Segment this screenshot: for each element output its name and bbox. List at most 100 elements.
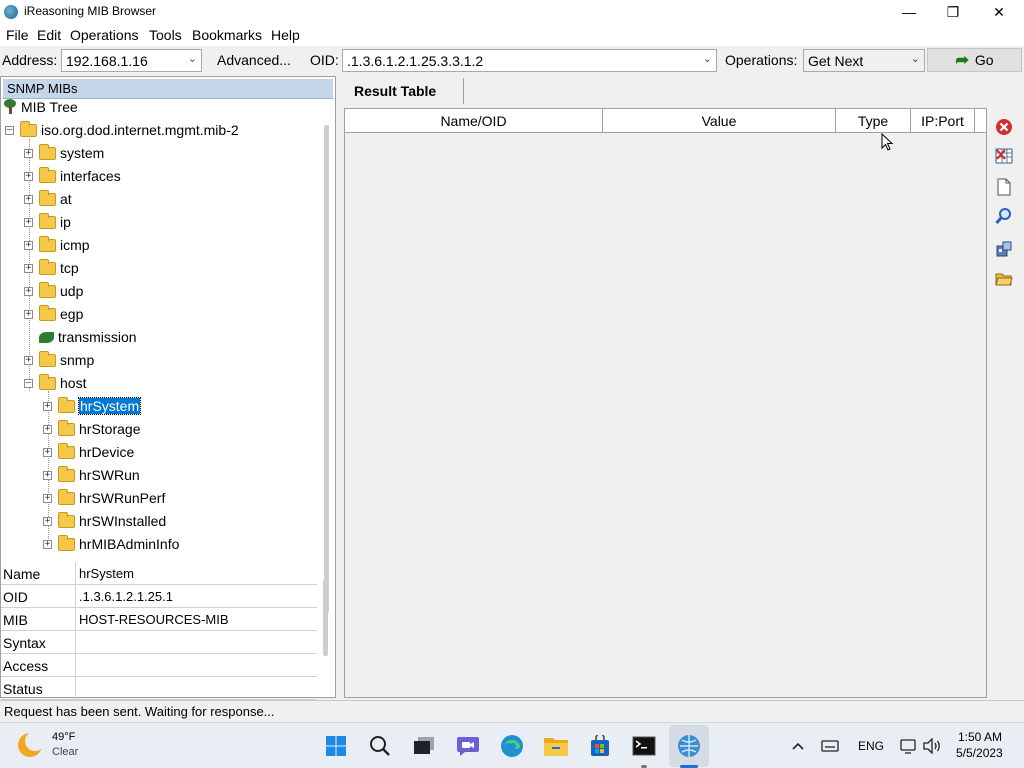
address-combobox[interactable]: 192.168.1.16 ⌄ (61, 49, 202, 72)
tree-item-label: snmp (60, 352, 95, 368)
expand-icon[interactable]: + (24, 240, 33, 250)
expand-icon[interactable]: + (24, 355, 33, 365)
delete-icon[interactable] (994, 117, 1014, 137)
terminal-icon[interactable] (630, 732, 658, 760)
file-explorer-icon[interactable] (542, 732, 570, 760)
tree-item-ip[interactable]: + ip (24, 212, 71, 232)
tree-item-system[interactable]: + system (24, 143, 104, 163)
expand-icon[interactable]: + (43, 470, 52, 480)
expand-icon[interactable]: + (43, 539, 52, 549)
weather-desc[interactable]: Clear (52, 746, 78, 758)
start-icon[interactable] (322, 732, 350, 760)
clock-date[interactable]: 5/5/2023 (956, 746, 1003, 760)
mib-browser-icon[interactable] (675, 732, 703, 760)
tab-result-table[interactable]: Result Table (344, 78, 464, 104)
tree-item-icmp[interactable]: + icmp (24, 235, 90, 255)
column-type[interactable]: Type (836, 109, 911, 133)
advanced-button[interactable]: Advanced... (217, 52, 291, 68)
chevron-up-icon[interactable] (786, 732, 810, 760)
leaf-icon (39, 331, 54, 343)
app-globe-icon (4, 5, 18, 19)
tree-scrollbar[interactable] (324, 125, 329, 613)
weather-moon-icon[interactable] (18, 731, 45, 757)
tree-item-egp[interactable]: + egp (24, 304, 83, 324)
tree-item-hrswrunperf[interactable]: + hrSWRunPerf (43, 488, 165, 508)
tree-item-label: hrSWRun (79, 467, 140, 483)
weather-temp[interactable]: 49°F (52, 731, 75, 743)
column-name-oid[interactable]: Name/OID (345, 109, 603, 133)
chevron-down-icon[interactable]: ⌄ (188, 52, 197, 65)
language-indicator[interactable]: ENG (858, 739, 884, 753)
tree-item-label: hrSWRunPerf (79, 490, 166, 506)
expand-icon[interactable]: + (24, 148, 33, 158)
tree-item-hrsystem[interactable]: + hrSystem (43, 396, 142, 416)
search-icon[interactable] (366, 732, 394, 760)
result-table-header: Name/OID Value Type IP:Port (345, 109, 986, 133)
tree-item-transmission[interactable]: transmission (39, 327, 137, 347)
folder-icon (39, 350, 56, 367)
expand-icon[interactable]: + (24, 171, 33, 181)
tree-item-at[interactable]: + at (24, 189, 72, 209)
chevron-down-icon[interactable]: ⌄ (703, 52, 712, 65)
menu-edit[interactable]: Edit (37, 27, 61, 43)
clock-time[interactable]: 1:50 AM (958, 730, 1002, 744)
expand-icon[interactable]: + (24, 217, 33, 227)
tree-item-tcp[interactable]: + tcp (24, 258, 79, 278)
expand-icon[interactable]: + (43, 493, 52, 503)
minimize-button[interactable]: — (886, 0, 932, 24)
collapse-icon[interactable]: – (5, 125, 14, 135)
menu-file[interactable]: File (6, 27, 29, 43)
result-side-toolbar (988, 108, 1022, 698)
menu-tools[interactable]: Tools (149, 27, 182, 43)
menu-help[interactable]: Help (271, 27, 300, 43)
store-icon[interactable] (586, 732, 614, 760)
network-icon[interactable] (896, 732, 920, 760)
maximize-button[interactable]: ❐ (930, 0, 976, 24)
column-value[interactable]: Value (603, 109, 836, 133)
go-button[interactable]: ➦ Go (927, 48, 1022, 72)
column-ip-port[interactable]: IP:Port (911, 109, 975, 133)
tree-item-interfaces[interactable]: + interfaces (24, 166, 121, 186)
table-delete-icon[interactable] (994, 146, 1014, 166)
tree-item-host[interactable]: – host (24, 373, 86, 393)
property-row-access: Access (1, 654, 317, 677)
oid-combobox[interactable]: .1.3.6.1.2.1.25.3.3.1.2 ⌄ (342, 49, 717, 72)
properties-scrollbar[interactable] (323, 580, 328, 656)
expand-icon[interactable]: + (24, 286, 33, 296)
expand-icon[interactable]: + (24, 263, 33, 273)
expand-icon[interactable]: + (43, 447, 52, 457)
tree-item-hrstorage[interactable]: + hrStorage (43, 419, 140, 439)
open-folder-icon[interactable] (994, 269, 1014, 289)
tree-root[interactable]: MIB Tree (3, 97, 78, 117)
tree-item-snmp[interactable]: + snmp (24, 350, 94, 370)
volume-icon[interactable] (920, 732, 944, 760)
document-icon[interactable] (994, 177, 1014, 197)
folder-icon (39, 189, 56, 206)
keyboard-icon[interactable] (818, 732, 842, 760)
expand-icon[interactable]: + (24, 309, 33, 319)
chat-icon[interactable] (454, 732, 482, 760)
operations-select[interactable]: Get Next ⌄ (803, 49, 925, 72)
menu-bookmarks[interactable]: Bookmarks (192, 27, 262, 43)
menu-operations[interactable]: Operations (70, 27, 138, 43)
chevron-down-icon[interactable]: ⌄ (911, 52, 920, 65)
expand-icon[interactable]: + (43, 516, 52, 526)
tree-item-hrdevice[interactable]: + hrDevice (43, 442, 134, 462)
tree-item-hrswinstalled[interactable]: + hrSWInstalled (43, 511, 166, 531)
find-icon[interactable] (994, 206, 1014, 226)
tree-item-hrswrun[interactable]: + hrSWRun (43, 465, 140, 485)
expand-icon[interactable]: + (43, 424, 52, 434)
expand-icon[interactable]: + (24, 194, 33, 204)
tree-item-mib2[interactable]: – iso.org.dod.internet.mgmt.mib-2 (5, 120, 239, 140)
collapse-icon[interactable]: – (24, 378, 33, 388)
tree-item-hrmibadmininfo[interactable]: + hrMIBAdminInfo (43, 534, 179, 554)
edge-icon[interactable] (498, 732, 526, 760)
export-icon[interactable] (994, 239, 1014, 259)
property-value: HOST-RESOURCES-MIB (79, 612, 229, 627)
expand-icon[interactable]: + (43, 401, 52, 411)
task-view-icon[interactable] (410, 732, 438, 760)
tree-item-udp[interactable]: + udp (24, 281, 83, 301)
property-key: Access (3, 658, 49, 674)
oid-label: OID: (310, 52, 339, 68)
close-button[interactable]: ✕ (976, 0, 1022, 24)
